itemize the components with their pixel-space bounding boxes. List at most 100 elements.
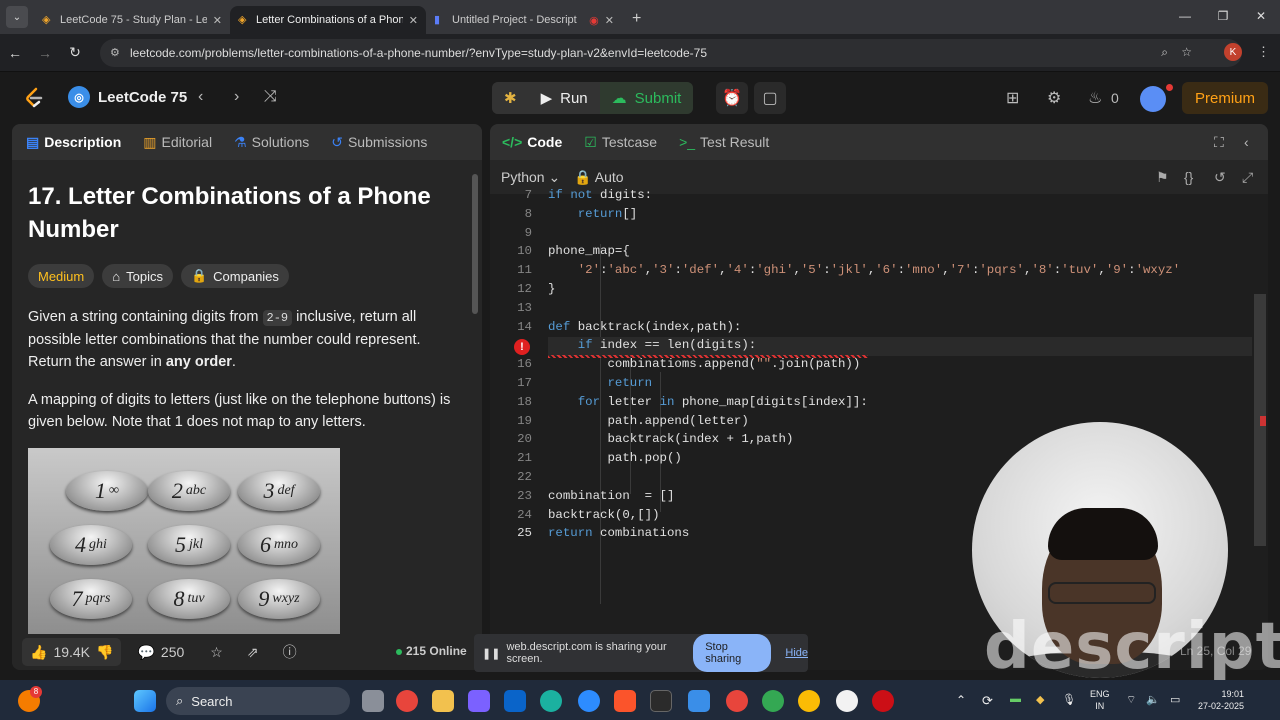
maximize-panel-icon[interactable]: ⛶ bbox=[1214, 134, 1224, 151]
prev-problem-icon[interactable]: ‹ bbox=[198, 88, 203, 106]
bookmark-icon[interactable]: ⚑ bbox=[1156, 169, 1169, 186]
zoom-icon[interactable]: ⌕ bbox=[1161, 45, 1168, 60]
profile-avatar[interactable]: K bbox=[1224, 43, 1242, 61]
edge-icon[interactable] bbox=[540, 690, 562, 712]
next-problem-icon[interactable]: › bbox=[234, 88, 239, 106]
format-braces-icon[interactable]: {} bbox=[1184, 169, 1193, 185]
key-letters: pqrs bbox=[85, 591, 111, 606]
word-app-icon[interactable] bbox=[836, 690, 858, 712]
tab-submissions[interactable]: ↺ Submissions bbox=[331, 134, 427, 151]
collapse-panel-icon[interactable]: ‹ bbox=[1244, 134, 1249, 150]
help-icon[interactable]: ⓘ bbox=[283, 642, 297, 662]
back-icon[interactable]: ← bbox=[0, 45, 30, 61]
stop-sharing-button[interactable]: Stop sharing bbox=[693, 634, 772, 672]
chrome-icon[interactable] bbox=[396, 690, 418, 712]
task-view-icon[interactable] bbox=[362, 690, 384, 712]
share-icon[interactable]: ⇗ bbox=[247, 644, 259, 661]
streak-count: 0 bbox=[1111, 90, 1119, 106]
file-explorer-icon[interactable] bbox=[432, 690, 454, 712]
chrome-profile-icon[interactable] bbox=[762, 690, 784, 712]
tray-expand-icon[interactable]: ⌃ bbox=[956, 693, 966, 707]
chip-label: Topics bbox=[126, 268, 163, 284]
wifi-icon[interactable]: ⌔ bbox=[1126, 693, 1136, 707]
new-tab-button[interactable]: + bbox=[632, 10, 641, 28]
language-indicator[interactable]: ENG IN bbox=[1090, 688, 1110, 712]
leetcode-logo-icon[interactable] bbox=[22, 86, 46, 110]
favorite-star-icon[interactable]: ☆ bbox=[210, 644, 223, 661]
settings-gear-icon[interactable]: ⚙ bbox=[1047, 88, 1061, 108]
hide-link[interactable]: Hide bbox=[785, 647, 808, 659]
editor-scrollbar[interactable] bbox=[1254, 194, 1266, 670]
bookmark-star-icon[interactable]: ☆ bbox=[1181, 45, 1192, 59]
autocomplete-mode[interactable]: 🔒 Auto bbox=[574, 169, 623, 186]
close-tab-icon[interactable]: ✕ bbox=[605, 14, 614, 27]
tab-search-button[interactable]: ⌄ bbox=[6, 6, 28, 28]
companies-chip[interactable]: 🔒 Companies bbox=[180, 264, 289, 288]
battery-app-icon[interactable]: ▬ bbox=[1010, 693, 1021, 705]
shuffle-icon[interactable]: ⤨ bbox=[264, 88, 277, 106]
notepad-icon[interactable] bbox=[688, 690, 710, 712]
outlook-icon[interactable] bbox=[504, 690, 526, 712]
problem-scrollbar[interactable] bbox=[470, 164, 480, 664]
debug-button[interactable]: ✱ bbox=[492, 82, 529, 114]
url-bar[interactable]: ⚙ leetcode.com/problems/letter-combinati… bbox=[100, 39, 1242, 67]
tab-description[interactable]: ▤ Description bbox=[26, 134, 121, 151]
reset-code-icon[interactable]: ↺ bbox=[1214, 169, 1226, 186]
tab-test-result[interactable]: >_ Test Result bbox=[679, 134, 769, 150]
timer-button[interactable]: ⏰ bbox=[716, 82, 748, 114]
error-icon[interactable]: ! bbox=[514, 339, 530, 356]
close-tab-icon[interactable]: ✕ bbox=[409, 14, 418, 27]
close-tab-icon[interactable]: ✕ bbox=[213, 14, 222, 27]
comments-button[interactable]: 💬 250 bbox=[129, 638, 192, 666]
browser-tab-problem[interactable]: ◈ Letter Combinations of a Phone Number … bbox=[230, 6, 426, 34]
forward-icon[interactable]: → bbox=[30, 45, 60, 61]
battery-icon[interactable]: ▭ bbox=[1170, 693, 1180, 706]
topics-chip[interactable]: ⌂ Topics bbox=[102, 264, 173, 288]
text: . bbox=[231, 354, 236, 370]
keypad-key: 1 ∞ bbox=[66, 471, 148, 511]
clock[interactable]: 19:01 27-02-2025 bbox=[1198, 688, 1244, 712]
scrollbar-thumb[interactable] bbox=[472, 174, 478, 314]
tab-code[interactable]: </> Code bbox=[502, 134, 562, 150]
layout-grid-icon[interactable]: ⊞ bbox=[1006, 88, 1019, 108]
defender-icon[interactable]: ◆ bbox=[1036, 693, 1044, 706]
terminal-app-icon[interactable] bbox=[650, 690, 672, 712]
chrome-profile-icon[interactable] bbox=[726, 690, 748, 712]
tab-label: Description bbox=[44, 133, 122, 150]
chrome-profile-icon[interactable] bbox=[798, 690, 820, 712]
notes-button[interactable]: ▢ bbox=[754, 82, 786, 114]
study-plan-link[interactable]: ◎ LeetCode 75 bbox=[68, 86, 187, 108]
line-number: 19 bbox=[517, 413, 532, 428]
language-select[interactable]: Python ⌄ bbox=[501, 169, 560, 186]
user-avatar[interactable] bbox=[1140, 86, 1166, 112]
maximize-icon[interactable]: ❐ bbox=[1204, 0, 1242, 32]
thumbs-down-icon[interactable]: 👎 bbox=[96, 644, 113, 661]
browser-menu-icon[interactable]: ⋮ bbox=[1257, 44, 1270, 60]
site-info-icon[interactable]: ⚙ bbox=[110, 46, 120, 59]
opera-icon[interactable] bbox=[872, 690, 894, 712]
tab-testcase[interactable]: ☑ Testcase bbox=[584, 134, 657, 151]
streak-fire-icon[interactable]: ♨ bbox=[1088, 88, 1102, 108]
copilot-icon[interactable] bbox=[468, 690, 490, 712]
volume-icon[interactable]: 🔈 bbox=[1146, 693, 1160, 706]
zoom-app-icon[interactable] bbox=[578, 690, 600, 712]
line-number: 9 bbox=[524, 225, 532, 240]
tab-editorial[interactable]: ▥ Editorial bbox=[143, 134, 212, 151]
tab-solutions[interactable]: ⚗ Solutions bbox=[234, 134, 309, 151]
browser-tab-descript[interactable]: ▮ Untitled Project - Descript ◉ ✕ bbox=[426, 6, 622, 34]
microphone-icon[interactable]: 🎙 bbox=[1062, 693, 1076, 706]
like-button[interactable]: 👍 19.4K 👎 bbox=[22, 638, 122, 666]
browser-tab-leetcode75[interactable]: ◈ LeetCode 75 - Study Plan - LeetCode ✕ bbox=[34, 6, 230, 34]
minimize-icon[interactable]: — bbox=[1166, 0, 1204, 32]
brave-icon[interactable] bbox=[614, 690, 636, 712]
reload-icon[interactable]: ↻ bbox=[60, 44, 90, 61]
submit-button[interactable]: ☁ Submit bbox=[599, 82, 694, 114]
taskbar-search[interactable]: ⌕ Search bbox=[166, 687, 350, 715]
sync-icon[interactable]: ⟳ bbox=[982, 693, 993, 709]
premium-button[interactable]: Premium bbox=[1182, 82, 1268, 114]
close-window-icon[interactable]: ✕ bbox=[1242, 0, 1280, 32]
windows-start-icon[interactable] bbox=[134, 690, 156, 712]
keypad-key: 7 pqrs bbox=[50, 579, 132, 619]
fullscreen-icon[interactable]: ⤢ bbox=[1242, 169, 1253, 186]
run-button[interactable]: ▶ Run bbox=[528, 82, 600, 114]
